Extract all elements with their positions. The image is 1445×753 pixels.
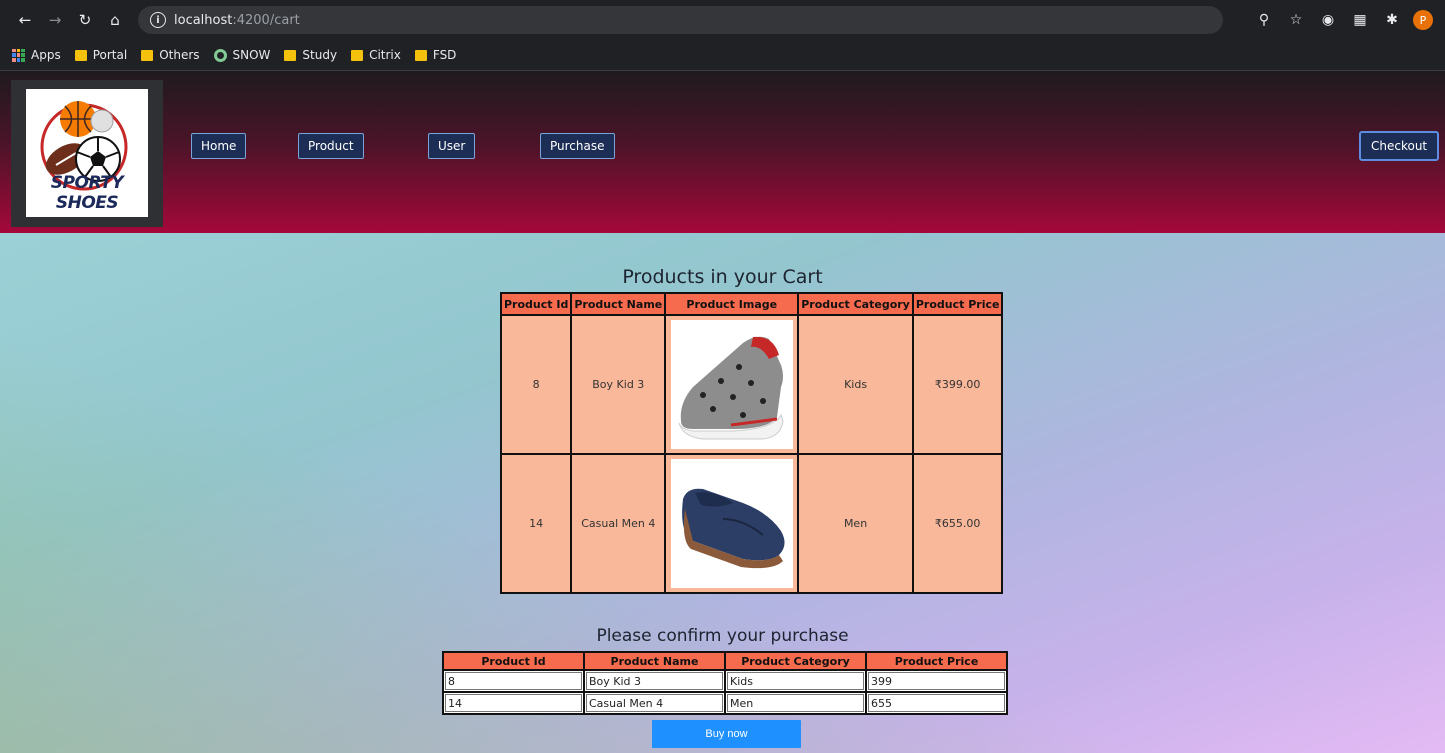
product-name: Boy Kid 3 [570, 314, 667, 455]
product-price-field[interactable] [868, 672, 1005, 690]
snow-icon [213, 48, 227, 62]
profile-avatar[interactable]: P [1413, 10, 1433, 30]
folder-icon [141, 49, 154, 61]
cell [442, 669, 585, 693]
product-id: 14 [499, 453, 573, 594]
bookmark-apps[interactable]: Apps [12, 48, 61, 62]
home-icon[interactable]: ⌂ [102, 7, 128, 33]
extension-record-icon[interactable]: ◉ [1317, 9, 1339, 31]
back-icon[interactable]: ← [12, 7, 38, 33]
product-category-field[interactable] [727, 694, 864, 712]
product-image-cell [664, 314, 800, 455]
cart-title: Products in your Cart [622, 266, 823, 288]
cart-table: Product Id Product Name Product Image Pr… [499, 292, 1004, 594]
url-path: :4200/cart [232, 12, 300, 28]
extensions-puzzle-icon[interactable]: ✱ [1381, 9, 1403, 31]
column-header: Product Price [865, 651, 1008, 671]
product-id-field[interactable] [445, 694, 582, 712]
bookmark-snow[interactable]: SNOW [213, 48, 271, 62]
product-id: 8 [499, 314, 573, 455]
table-row [442, 669, 1008, 693]
cell [724, 691, 867, 715]
product-category-field[interactable] [727, 672, 864, 690]
nav-purchase-button[interactable]: Purchase [540, 133, 615, 159]
zoom-icon[interactable]: ⚲ [1253, 9, 1275, 31]
bookmark-label: Apps [31, 48, 61, 62]
column-header: Product Id [442, 651, 585, 671]
grey-slip-on-shoe-icon [678, 336, 784, 439]
folder-icon [351, 49, 364, 61]
product-image-cell [664, 453, 800, 594]
cell [583, 669, 726, 693]
nav-product-button[interactable]: Product [298, 133, 364, 159]
bookmark-portal[interactable]: Portal [74, 48, 128, 62]
product-category: Men [797, 453, 914, 594]
product-price: ₹399.00 [911, 314, 1004, 455]
product-price: ₹655.00 [911, 453, 1004, 594]
logo-text: SPORTY SHOES [50, 173, 124, 213]
column-header: Product Name [570, 292, 667, 316]
cell [865, 669, 1008, 693]
windows-extension-icon[interactable]: ▦ [1349, 9, 1371, 31]
cell [583, 691, 726, 715]
column-header: Product Image [664, 292, 800, 316]
app-header: SPORTY SHOES Home Product User Purchase … [0, 71, 1445, 233]
info-icon[interactable]: i [150, 12, 166, 28]
reload-icon[interactable]: ↻ [72, 7, 98, 33]
bookmark-study[interactable]: Study [284, 48, 337, 62]
main-content: Products in your Cart Product Id Product… [0, 233, 1445, 753]
column-header: Product Category [797, 292, 914, 316]
column-header: Product Id [499, 292, 573, 316]
folder-icon [74, 49, 87, 61]
table-row: 8 Boy Kid 3 Kids ₹399.00 [499, 314, 1004, 455]
bookmark-label: FSD [432, 48, 457, 62]
product-name-field[interactable] [586, 672, 723, 690]
bookmark-others[interactable]: Others [141, 48, 200, 62]
nav-home-button[interactable]: Home [191, 133, 247, 159]
product-name: Casual Men 4 [570, 453, 667, 594]
bookmark-star-icon[interactable]: ☆ [1285, 9, 1307, 31]
product-name-field[interactable] [586, 694, 723, 712]
product-category: Kids [797, 314, 914, 455]
nav-user-button[interactable]: User [428, 133, 476, 159]
cell [865, 691, 1008, 715]
forward-icon[interactable]: → [42, 7, 68, 33]
bookmarks-bar: Apps Portal Others SNOW Study Citrix FSD [0, 40, 1445, 71]
logo: SPORTY SHOES [26, 89, 148, 217]
column-header: Product Name [583, 651, 726, 671]
table-row [442, 691, 1008, 715]
product-price-field[interactable] [868, 694, 1005, 712]
bookmark-label: Portal [92, 48, 128, 62]
url-host: localhost [174, 12, 233, 28]
folder-icon [284, 49, 297, 61]
table-row: 14 Casual Men 4 Men ₹655.00 [499, 453, 1004, 594]
buy-now-button[interactable]: Buy now [652, 720, 801, 748]
address-bar[interactable]: i localhost:4200/cart [138, 6, 1223, 34]
bookmark-label: SNOW [232, 48, 271, 62]
cell [442, 691, 585, 715]
folder-icon [414, 49, 427, 61]
bookmark-label: Citrix [369, 48, 401, 62]
product-image [670, 320, 793, 449]
bookmark-citrix[interactable]: Citrix [351, 48, 401, 62]
navy-loafer-shoe-icon [681, 488, 785, 568]
column-header: Product Category [724, 651, 867, 671]
confirm-table: Product Id Product Name Product Category… [442, 651, 1008, 715]
browser-toolbar: ← → ↻ ⌂ i localhost:4200/cart ⚲ ☆ ◉ ▦ ✱ … [0, 0, 1445, 40]
bookmark-label: Others [159, 48, 200, 62]
checkout-button[interactable]: Checkout [1359, 131, 1440, 161]
product-image [670, 459, 793, 588]
cell [724, 669, 867, 693]
logo-container[interactable]: SPORTY SHOES [11, 80, 163, 227]
bookmark-fsd[interactable]: FSD [414, 48, 457, 62]
column-header: Product Price [911, 292, 1004, 316]
confirm-title: Please confirm your purchase [596, 626, 849, 646]
product-id-field[interactable] [445, 672, 582, 690]
apps-grid-icon [12, 48, 25, 62]
bookmark-label: Study [302, 48, 338, 62]
